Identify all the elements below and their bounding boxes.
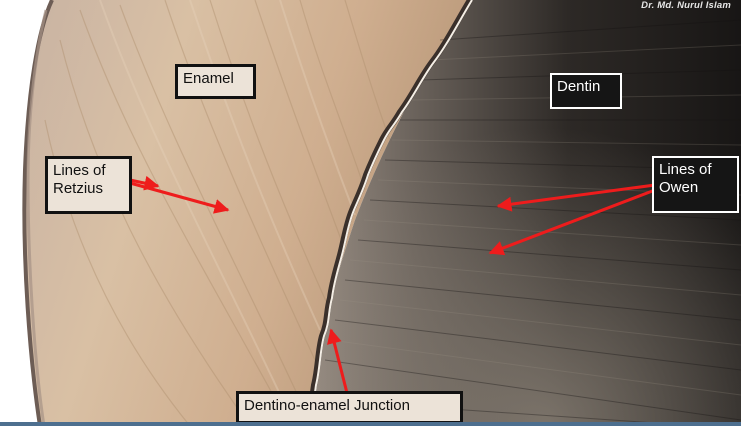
lines-of-owen-label: Lines of Owen — [652, 156, 739, 213]
image-credit: Dr. Md. Nurul Islam — [641, 0, 731, 11]
dej-label: Dentino-enamel Junction — [236, 391, 463, 424]
micrograph: Dr. Md. Nurul Islam Enamel Dentin Lines … — [0, 0, 741, 426]
lines-of-retzius-label: Lines of Retzius — [45, 156, 132, 214]
dentin-label: Dentin — [550, 73, 622, 109]
enamel-label: Enamel — [175, 64, 256, 99]
bottom-bar — [0, 422, 741, 426]
